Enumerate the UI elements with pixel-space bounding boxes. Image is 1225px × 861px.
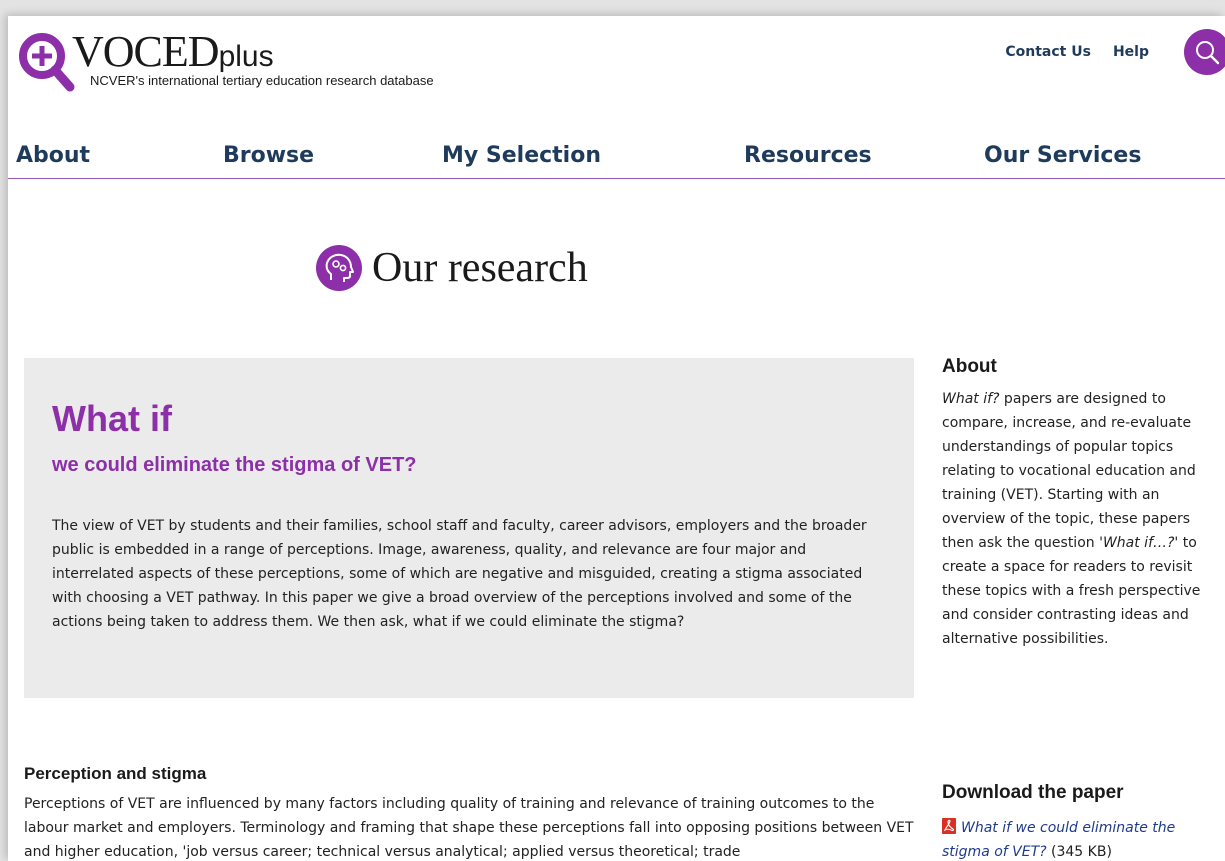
sidebar-download-heading: Download the paper xyxy=(942,782,1124,803)
nav-about[interactable]: About xyxy=(16,143,90,168)
about-text-4: to create a space for readers to revisit… xyxy=(942,535,1201,647)
panel-body: The view of VET by students and their fa… xyxy=(52,518,867,630)
utility-links: Contact Us Help xyxy=(1005,44,1149,60)
magnifier-plus-icon xyxy=(19,33,75,92)
download-item: What if we could eliminate the stigma of… xyxy=(942,816,1224,861)
main-nav: About Browse My Selection Resources Our … xyxy=(8,136,1225,179)
search-button[interactable] xyxy=(1184,29,1225,75)
about-text-2: papers are designed to compare, increase… xyxy=(942,391,1196,551)
nav-my-selection[interactable]: My Selection xyxy=(442,143,601,168)
help-link[interactable]: Help xyxy=(1113,44,1149,60)
panel-title: What if xyxy=(52,398,172,439)
sidebar-about-heading: About xyxy=(942,356,997,377)
nav-resources[interactable]: Resources xyxy=(744,143,872,168)
search-icon xyxy=(1196,41,1220,65)
voced-logo[interactable]: VOCEDplus NCVER's international tertiary… xyxy=(16,26,476,96)
logo-main: VOCED xyxy=(72,27,220,76)
nav-our-services[interactable]: Our Services xyxy=(984,143,1141,168)
section-heading: Perception and stigma xyxy=(24,764,207,783)
pdf-icon xyxy=(942,818,956,834)
logo-tagline: NCVER's international tertiary education… xyxy=(90,73,434,88)
logo-wordmark: VOCEDplus xyxy=(72,26,274,77)
section-body: Perceptions of VET are influenced by man… xyxy=(24,796,914,860)
panel-subtitle: we could eliminate the stigma of VET? xyxy=(52,454,417,476)
page-heading: Our research xyxy=(316,244,588,292)
intro-panel: What if we could eliminate the stigma of… xyxy=(24,358,914,698)
download-size: (345 KB) xyxy=(1046,844,1112,860)
about-italic-1: What if? xyxy=(942,391,1000,407)
nav-browse[interactable]: Browse xyxy=(223,143,314,168)
contact-us-link[interactable]: Contact Us xyxy=(1005,44,1091,60)
browser-page: VOCEDplus NCVER's international tertiary… xyxy=(8,16,1225,861)
head-gears-icon xyxy=(316,245,362,291)
about-italic-3: 'What if…?' xyxy=(1099,535,1179,551)
sidebar-about-text: What if? papers are designed to compare,… xyxy=(942,387,1222,651)
logo-suffix: plus xyxy=(218,40,274,73)
page-title: Our research xyxy=(372,245,588,291)
